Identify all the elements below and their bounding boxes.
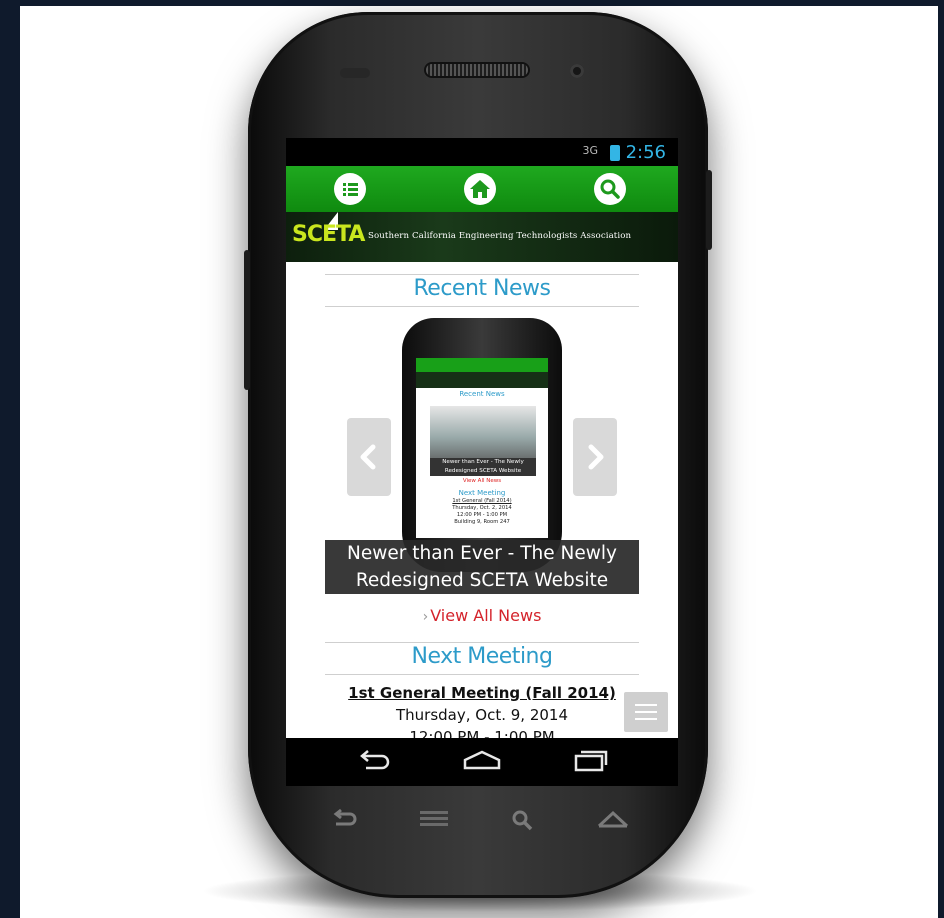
signal-indicator: 3G — [582, 144, 598, 157]
back-icon[interactable] — [356, 748, 392, 778]
hardware-home-icon — [596, 808, 630, 836]
slide-caption[interactable]: Newer than Ever - The Newly Redesigned S… — [325, 540, 639, 594]
status-time: 2:56 — [625, 142, 666, 163]
proximity-sensor — [340, 68, 370, 78]
search-icon[interactable] — [594, 173, 626, 205]
divider — [325, 642, 639, 643]
battery-icon — [610, 145, 620, 161]
news-slide-image[interactable]: Recent News Newer than Ever - The Newly … — [402, 318, 562, 572]
view-all-news-label: View All News — [430, 606, 542, 625]
mini-meeting-heading: Next Meeting — [458, 489, 506, 497]
mini-top-bar — [416, 358, 548, 372]
view-all-news-link[interactable]: › View All News — [286, 606, 678, 625]
volume-button — [244, 250, 250, 390]
chevron-left-icon — [360, 444, 376, 470]
floating-menu-button[interactable] — [624, 692, 668, 732]
mini-news-heading: Recent News — [459, 390, 505, 398]
divider — [325, 674, 639, 675]
phone-screen: 3G 2:56 SCETA Southern California Engine… — [286, 138, 678, 786]
hardware-menu-icon — [418, 808, 450, 836]
recent-apps-icon[interactable] — [572, 748, 608, 778]
power-button — [706, 170, 712, 250]
hardware-search-icon — [510, 808, 536, 838]
meeting-date: Thursday, Oct. 9, 2014 — [395, 706, 568, 724]
earpiece-speaker — [426, 64, 528, 76]
mini-caption: Newer than Ever - The Newly Redesigned S… — [430, 458, 536, 476]
mini-meeting-details: 1st General (Fall 2014) Thursday, Oct. 2… — [416, 498, 548, 526]
site-banner[interactable]: SCETA Southern California Engineering Te… — [286, 212, 678, 262]
front-camera — [570, 64, 584, 78]
mini-meeting-title: 1st General (Fall 2014) — [452, 498, 512, 504]
previous-slide-button[interactable] — [347, 418, 391, 496]
mini-screen: Recent News Newer than Ever - The Newly … — [416, 358, 548, 538]
association-name: Southern California Engineering Technolo… — [368, 231, 632, 241]
mini-banner — [416, 372, 548, 388]
chevron-right-icon: › — [422, 609, 429, 625]
mini-view-all: View All News — [462, 478, 502, 484]
home-outline-icon[interactable] — [462, 748, 502, 778]
mini-news-image — [430, 406, 536, 458]
sceta-logo: SCETA — [292, 222, 365, 247]
next-meeting-heading: Next Meeting — [411, 644, 553, 669]
meeting-title-link[interactable]: 1st General Meeting (Fall 2014) — [286, 684, 678, 702]
divider — [325, 306, 639, 307]
page-content: Recent News Recent News Newer than Ever … — [286, 262, 678, 738]
mini-meeting-time: 12:00 PM - 1:00 PM — [456, 512, 508, 518]
home-icon[interactable] — [464, 173, 496, 205]
android-navigation-bar — [286, 738, 678, 786]
list-icon[interactable] — [334, 173, 366, 205]
mini-meeting-room: Building 9, Room 247 — [454, 519, 510, 525]
recent-news-heading: Recent News — [413, 276, 551, 301]
status-bar: 3G 2:56 — [286, 138, 678, 166]
meeting-time: 12:00 PM - 1:00 PM — [409, 728, 555, 738]
top-navigation-bar — [286, 166, 678, 212]
chevron-right-icon — [588, 444, 604, 470]
next-slide-button[interactable] — [573, 418, 617, 496]
hardware-back-icon — [330, 808, 358, 836]
divider — [325, 274, 639, 275]
mini-meeting-date: Thursday, Oct. 2, 2014 — [452, 505, 512, 511]
